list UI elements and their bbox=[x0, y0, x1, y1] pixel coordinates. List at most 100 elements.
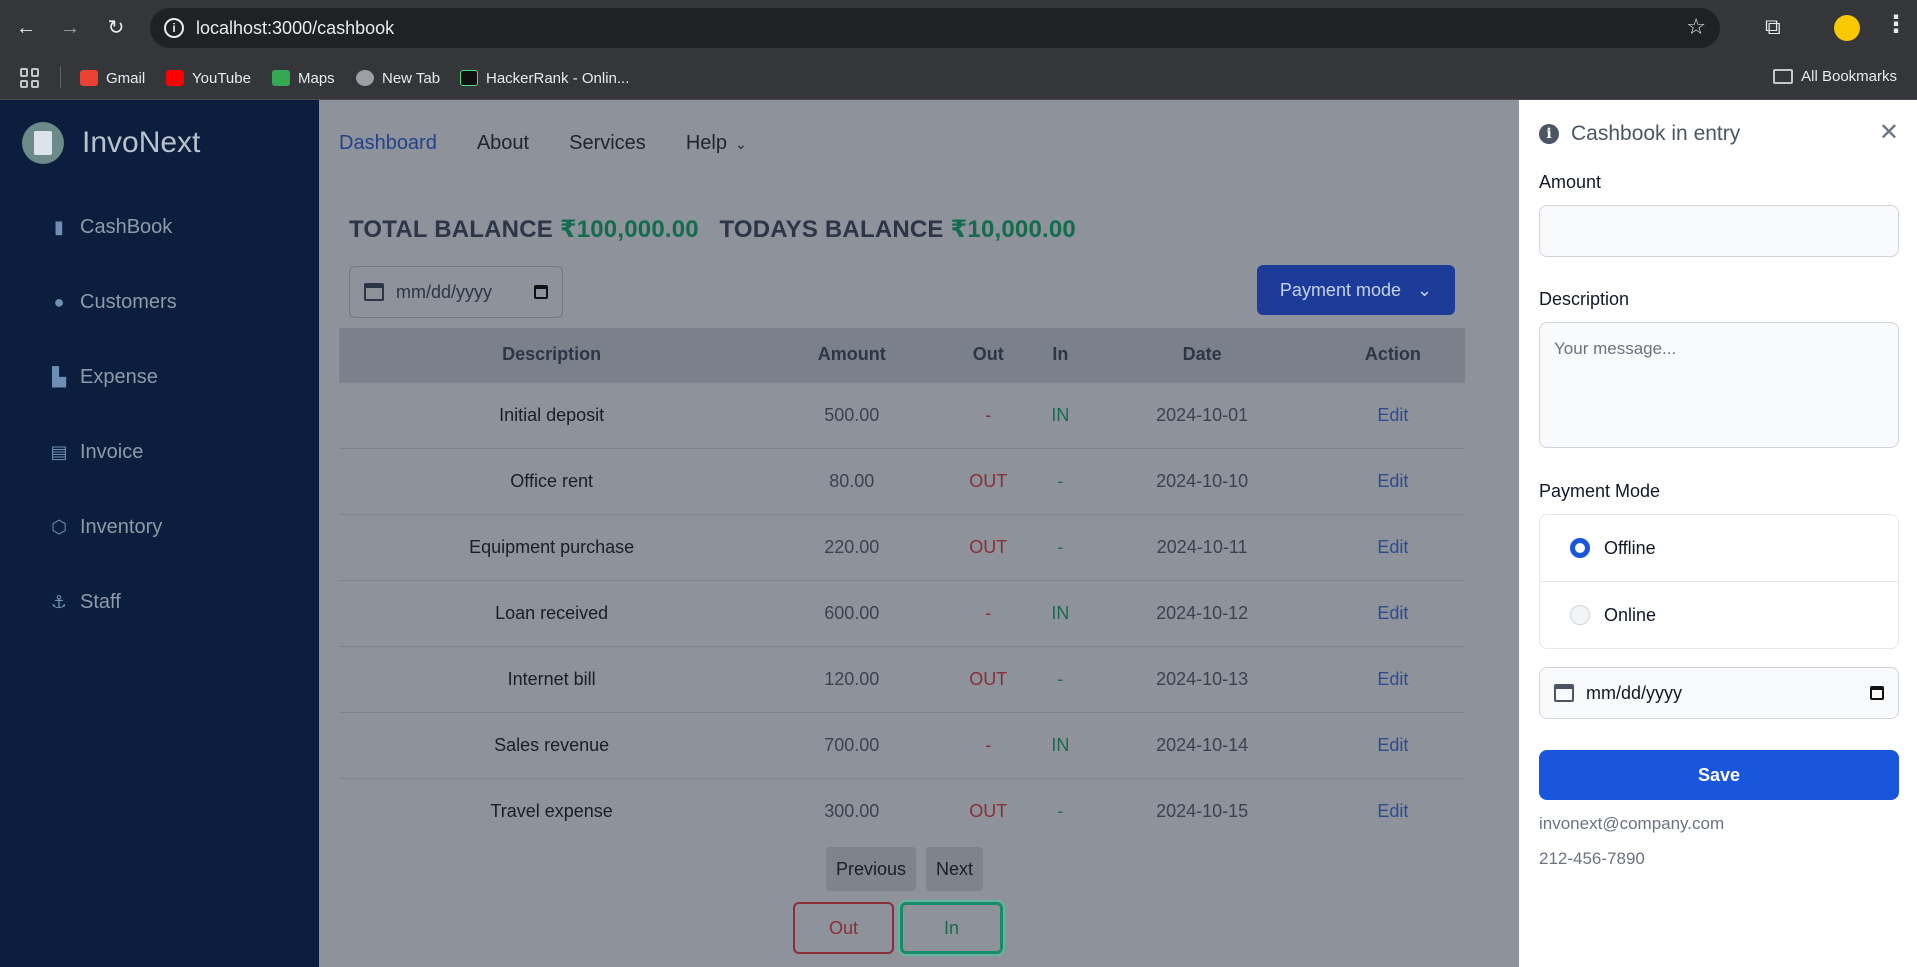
radio-offline[interactable]: Offline bbox=[1539, 514, 1899, 582]
column-header: Out bbox=[972, 344, 1004, 365]
edit-link[interactable]: Edit bbox=[1321, 580, 1465, 646]
cell-description: Sales revenue bbox=[494, 734, 610, 755]
bookmark-maps[interactable]: Maps bbox=[272, 68, 335, 88]
folder-icon bbox=[1773, 69, 1794, 84]
description-textarea[interactable]: Your message... bbox=[1539, 322, 1899, 448]
profile-avatar[interactable] bbox=[1834, 15, 1860, 41]
calendar-icon bbox=[364, 283, 384, 301]
main-content: Dashboard About Services Help ⌄ TOTAL BAL… bbox=[319, 100, 1519, 967]
cell-out: OUT bbox=[969, 470, 1008, 491]
globe-icon bbox=[356, 70, 374, 86]
cell-date: 2024-10-01 bbox=[1156, 404, 1249, 425]
date-picker-icon[interactable] bbox=[534, 285, 548, 299]
amount-input[interactable] bbox=[1539, 205, 1899, 257]
cell-in: - bbox=[1057, 536, 1064, 557]
radio-button-selected[interactable] bbox=[1570, 538, 1590, 558]
next-button[interactable]: Next bbox=[926, 847, 984, 891]
maps-icon bbox=[272, 70, 290, 86]
chart-icon: ▙ bbox=[52, 367, 66, 387]
sidebar-item-invoice[interactable]: ▤ Invoice bbox=[50, 441, 143, 464]
back-arrow-icon[interactable]: ← bbox=[12, 14, 40, 42]
column-header: In bbox=[1052, 344, 1069, 365]
nav-dashboard[interactable]: Dashboard bbox=[339, 132, 437, 155]
address-bar[interactable]: i localhost:3000/cashbook ☆ bbox=[150, 8, 1720, 48]
bookmark-hackerrank[interactable]: HackerRank - Onlin... bbox=[460, 68, 629, 88]
cell-description: Loan received bbox=[495, 602, 609, 623]
close-icon[interactable]: ✕ bbox=[1879, 118, 1899, 147]
cash-out-button[interactable]: Out bbox=[793, 902, 894, 954]
radio-online[interactable]: Online bbox=[1539, 581, 1899, 649]
all-bookmarks[interactable]: All Bookmarks bbox=[1773, 68, 1897, 85]
cash-in-button[interactable]: In bbox=[900, 902, 1003, 954]
pagination: Previous Next bbox=[826, 847, 984, 891]
cell-in: IN bbox=[1051, 602, 1070, 623]
user-icon: ● bbox=[53, 292, 65, 312]
edit-link[interactable]: Edit bbox=[1321, 778, 1465, 844]
nav-about[interactable]: About bbox=[477, 132, 529, 155]
sidebar-item-customers[interactable]: ● Customers bbox=[50, 291, 177, 314]
bookmark-gmail[interactable]: Gmail bbox=[80, 68, 145, 88]
bookmark-youtube[interactable]: YouTube bbox=[166, 68, 251, 88]
edit-link[interactable]: Edit bbox=[1321, 514, 1465, 580]
cell-out: - bbox=[985, 602, 992, 623]
column-header: Date bbox=[1182, 344, 1222, 365]
cell-in: IN bbox=[1051, 404, 1070, 425]
cashbook-entry-drawer: i Cashbook in entry ✕ Amount Description… bbox=[1519, 100, 1917, 967]
table-row: Travel expense 300.00 OUT - 2024-10-15 E… bbox=[339, 778, 1465, 844]
book-icon: ▮ bbox=[54, 217, 64, 237]
payment-mode-label: Payment Mode bbox=[1539, 481, 1661, 501]
sidebar-item-inventory[interactable]: ⬡ Inventory bbox=[50, 516, 162, 539]
apps-grid-icon[interactable] bbox=[20, 68, 40, 88]
todays-balance-label: TODAYS BALANCE bbox=[719, 216, 944, 243]
balances: TOTAL BALANCE ₹100,000.00 TODAYS BALANCE… bbox=[349, 215, 1076, 244]
nav-services[interactable]: Services bbox=[569, 132, 646, 155]
reload-icon[interactable]: ↻ bbox=[102, 14, 130, 42]
sidebar-item-expense[interactable]: ▙ Expense bbox=[50, 366, 158, 389]
cell-description: Travel expense bbox=[490, 800, 613, 821]
sidebar: InvoNext ▮ CashBook ● Customers ▙ Expens… bbox=[0, 100, 319, 967]
cell-description: Initial deposit bbox=[499, 404, 605, 425]
drawer-title: Cashbook in entry bbox=[1571, 122, 1741, 145]
cell-out: - bbox=[985, 404, 992, 425]
edit-link[interactable]: Edit bbox=[1321, 382, 1465, 448]
cell-in: IN bbox=[1051, 734, 1070, 755]
edit-link[interactable]: Edit bbox=[1321, 448, 1465, 514]
top-nav: Dashboard About Services Help ⌄ bbox=[339, 132, 747, 155]
cell-amount: 80.00 bbox=[829, 470, 875, 491]
brand[interactable]: InvoNext bbox=[22, 122, 200, 164]
cell-description: Equipment purchase bbox=[469, 536, 635, 557]
payment-mode-dropdown[interactable]: Payment mode ⌄ bbox=[1257, 265, 1455, 315]
entry-date-input[interactable]: mm/dd/yyyy bbox=[1539, 667, 1899, 719]
edit-link[interactable]: Edit bbox=[1321, 712, 1465, 778]
sidebar-item-cashbook[interactable]: ▮ CashBook bbox=[50, 216, 172, 239]
date-picker-icon[interactable] bbox=[1870, 686, 1884, 700]
sidebar-item-staff[interactable]: ⚓ Staff bbox=[50, 591, 121, 614]
radio-button[interactable] bbox=[1570, 605, 1590, 625]
browser-toolbar: ← → ↻ i localhost:3000/cashbook ☆ ⧉ ⋮ bbox=[0, 0, 1917, 56]
cell-in: - bbox=[1057, 800, 1064, 821]
previous-button[interactable]: Previous bbox=[826, 847, 917, 891]
chevron-down-icon: ⌄ bbox=[734, 136, 747, 152]
bookmark-new-tab[interactable]: New Tab bbox=[356, 68, 440, 88]
app-root: InvoNext ▮ CashBook ● Customers ▙ Expens… bbox=[0, 100, 1917, 967]
edit-link[interactable]: Edit bbox=[1321, 646, 1465, 712]
cell-date: 2024-10-15 bbox=[1156, 800, 1249, 821]
table-row: Office rent 80.00 OUT - 2024-10-10 Edit bbox=[339, 448, 1465, 514]
save-button[interactable]: Save bbox=[1539, 750, 1899, 800]
bookmark-separator bbox=[60, 66, 61, 88]
brand-logo-icon bbox=[22, 122, 64, 164]
nav-help[interactable]: Help ⌄ bbox=[686, 132, 747, 155]
table-row: Internet bill 120.00 OUT - 2024-10-13 Ed… bbox=[339, 646, 1465, 712]
contact-phone: 212-456-7890 bbox=[1539, 849, 1645, 868]
site-info-icon[interactable]: i bbox=[164, 18, 184, 38]
cell-date: 2024-10-12 bbox=[1156, 602, 1249, 623]
date-filter-input[interactable]: mm/dd/yyyy bbox=[349, 266, 563, 318]
youtube-icon bbox=[166, 70, 184, 86]
bookmark-star-icon[interactable]: ☆ bbox=[1686, 14, 1706, 40]
box-icon: ⬡ bbox=[51, 517, 67, 537]
extensions-icon[interactable]: ⧉ bbox=[1765, 14, 1781, 40]
drawer-header: i Cashbook in entry bbox=[1539, 122, 1740, 146]
forward-arrow-icon[interactable]: → bbox=[56, 14, 84, 42]
calendar-icon bbox=[1554, 684, 1574, 702]
browser-menu-icon[interactable]: ⋮ bbox=[1884, 10, 1908, 39]
